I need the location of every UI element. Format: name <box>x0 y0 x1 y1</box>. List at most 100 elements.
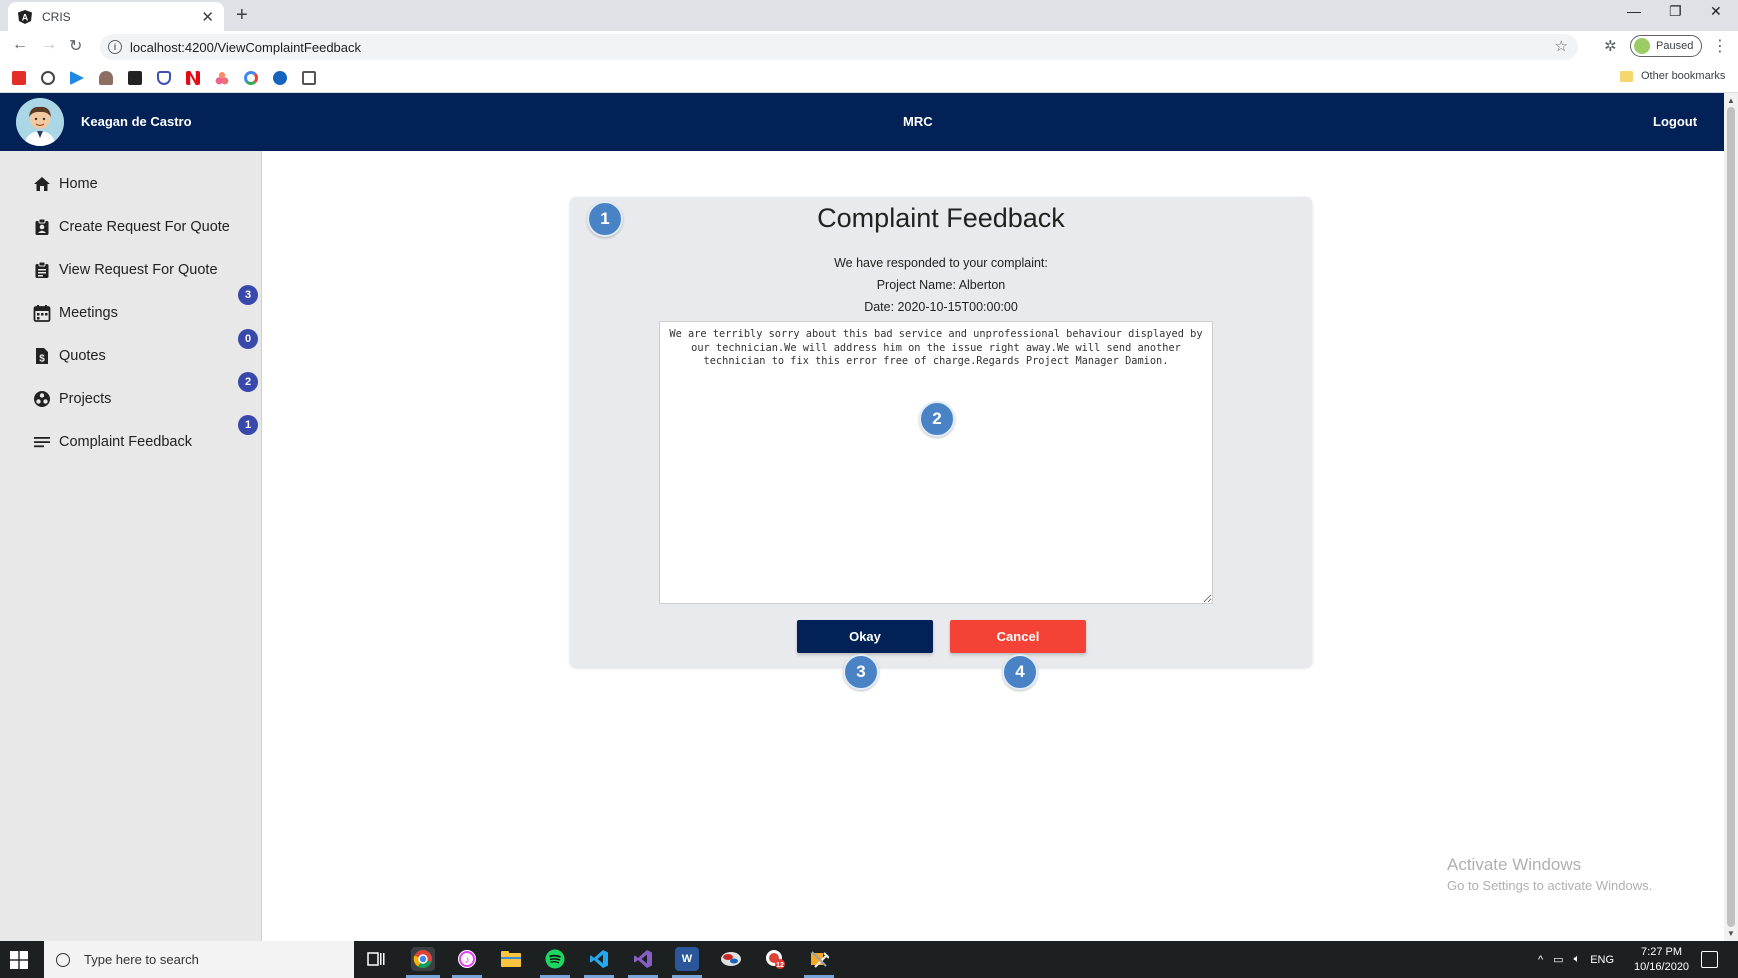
angular-favicon-icon: A <box>18 9 32 24</box>
spotify-taskbar-icon[interactable] <box>543 947 567 971</box>
bookmark-star-icon[interactable]: ☆ <box>1555 37 1568 55</box>
browser-menu-icon[interactable]: ⋮ <box>1712 36 1728 56</box>
svg-text:12: 12 <box>776 962 784 969</box>
profile-button[interactable]: Paused <box>1630 35 1702 57</box>
vscode-taskbar-icon[interactable] <box>587 947 611 971</box>
scroll-down-icon[interactable]: ▼ <box>1727 929 1735 938</box>
task-view-icon[interactable] <box>364 947 388 971</box>
dollar-file-icon: $ <box>33 347 51 365</box>
list-lines-icon <box>33 433 51 451</box>
visual-studio-taskbar-icon[interactable] <box>631 947 655 971</box>
chrome-notifications-taskbar-icon[interactable]: 12 <box>763 947 787 971</box>
windows-taskbar: Type here to search ♪ W 12 ^ ▭ 🔈︎ ENG 7:… <box>0 941 1738 978</box>
forward-icon[interactable]: → <box>41 36 57 54</box>
tab-title: CRIS <box>42 9 71 24</box>
volume-icon[interactable]: 🔈︎ <box>1574 953 1581 966</box>
input-language[interactable]: ENG <box>1590 954 1614 966</box>
browser-tab-strip: A CRIS ✕ + — ❐ ✕ <box>0 0 1738 31</box>
search-icon <box>56 952 70 967</box>
minimize-icon[interactable]: — <box>1627 3 1641 19</box>
speedometer-bookmark-icon[interactable] <box>41 71 55 85</box>
sidebar-item-create-rfq[interactable]: Create Request For Quote <box>33 218 230 236</box>
system-tray: ^ ▭ 🔈︎ ENG <box>1538 941 1614 978</box>
reload-icon[interactable]: ↻ <box>69 36 82 56</box>
person-bookmark-icon[interactable] <box>99 71 113 85</box>
svg-text:A: A <box>22 12 29 22</box>
view-rfq-count-badge: 3 <box>238 285 258 305</box>
header-username: Keagan de Castro <box>81 114 192 129</box>
sidebar-item-label: Complaint Feedback <box>59 434 192 450</box>
mysql-workbench-taskbar-icon[interactable] <box>719 947 743 971</box>
address-bar[interactable]: i localhost:4200/ViewComplaintFeedback ☆ <box>100 34 1578 60</box>
feedback-textarea[interactable]: We are terribly sorry about this bad ser… <box>659 321 1213 604</box>
chevron-up-icon[interactable]: ^ <box>1538 954 1543 966</box>
other-bookmarks-folder[interactable]: Other bookmarks <box>1620 70 1725 82</box>
profile-avatar-icon <box>1634 38 1650 54</box>
sidebar-item-label: View Request For Quote <box>59 262 218 278</box>
asana-bookmark-icon[interactable] <box>215 71 229 85</box>
action-center-icon[interactable] <box>1701 951 1718 968</box>
grid-bookmark-icon[interactable] <box>302 71 316 85</box>
projects-count-badge: 1 <box>238 415 258 435</box>
scroll-up-icon[interactable]: ▲ <box>1727 96 1735 105</box>
clock-time: 7:27 PM <box>1641 946 1683 958</box>
sidebar-item-projects[interactable]: Projects <box>33 390 111 408</box>
clipboard-user-icon <box>33 218 51 236</box>
itunes-taskbar-icon[interactable]: ♪ <box>455 947 479 971</box>
browser-toolbar: ← → ↻ i localhost:4200/ViewComplaintFeed… <box>0 31 1738 63</box>
close-window-icon[interactable]: ✕ <box>1710 3 1722 20</box>
annotation-marker-4: 4 <box>1002 654 1038 690</box>
page-title: Complaint Feedback <box>817 203 1065 233</box>
feedback-date: Date: 2020-10-15T00:00:00 <box>864 300 1018 314</box>
scrollbar-thumb[interactable] <box>1727 107 1735 927</box>
url-text: localhost:4200/ViewComplaintFeedback <box>130 39 362 55</box>
page-scrollbar[interactable]: ▲ ▼ <box>1724 93 1738 941</box>
sidebar-item-complaint-feedback[interactable]: Complaint Feedback <box>33 433 192 451</box>
close-tab-icon[interactable]: ✕ <box>201 8 214 26</box>
word-taskbar-icon[interactable]: W <box>675 947 699 971</box>
netflix-bookmark-icon[interactable] <box>186 71 200 85</box>
windows-start-icon[interactable] <box>10 951 28 969</box>
google-bookmark-icon[interactable] <box>244 71 258 85</box>
file-explorer-taskbar-icon[interactable] <box>499 947 523 971</box>
quotes-count-badge: 2 <box>238 372 258 392</box>
imdb-bookmark-icon[interactable] <box>128 71 142 85</box>
network-icon[interactable]: ▭ <box>1553 953 1563 966</box>
sidebar-item-label: Meetings <box>59 305 118 321</box>
cancel-button[interactable]: Cancel <box>950 620 1086 653</box>
annotation-marker-1: 1 <box>587 201 623 237</box>
sidebar-item-view-rfq[interactable]: View Request For Quote <box>33 261 218 279</box>
youtube-bookmark-icon[interactable] <box>12 71 26 85</box>
build-tools-taskbar-icon[interactable] <box>807 947 831 971</box>
restore-icon[interactable]: ❐ <box>1669 3 1682 20</box>
back-icon[interactable]: ← <box>12 36 28 54</box>
taskbar-search[interactable]: Type here to search <box>44 941 354 978</box>
globe-bookmark-icon[interactable] <box>273 71 287 85</box>
watermark-subtitle: Go to Settings to activate Windows. <box>1447 878 1653 893</box>
svg-text:$: $ <box>39 354 45 365</box>
sidebar-item-quotes[interactable]: $ Quotes <box>33 347 106 365</box>
sidebar-item-meetings[interactable]: Meetings <box>33 304 118 322</box>
shield-bookmark-icon[interactable] <box>157 71 171 85</box>
app-header: Keagan de Castro MRC Logout <box>0 93 1724 151</box>
projects-icon <box>33 390 51 408</box>
bookmarks-bar: Other bookmarks <box>0 63 1738 93</box>
project-name: Project Name: Alberton <box>876 278 1006 292</box>
home-icon <box>33 175 51 193</box>
profile-status: Paused <box>1656 40 1694 52</box>
activate-windows-watermark: Activate Windows Go to Settings to activ… <box>1447 855 1652 893</box>
okay-button[interactable]: Okay <box>797 620 933 653</box>
new-tab-icon[interactable]: + <box>236 4 248 27</box>
site-info-icon[interactable]: i <box>108 40 122 54</box>
browser-tab[interactable]: A CRIS ✕ <box>8 2 224 31</box>
extensions-puzzle-icon[interactable]: ✲ <box>1604 37 1617 55</box>
taskbar-clock[interactable]: 7:27 PM 10/16/2020 <box>1634 945 1689 975</box>
annotation-marker-3: 3 <box>843 654 879 690</box>
sidebar: Home Create Request For Quote View Reque… <box>0 151 262 941</box>
chrome-taskbar-icon[interactable] <box>411 947 435 971</box>
user-avatar <box>16 98 64 146</box>
sidebar-item-label: Home <box>59 176 98 192</box>
logout-link[interactable]: Logout <box>1653 114 1697 129</box>
play-bookmark-icon[interactable] <box>70 71 84 85</box>
sidebar-item-home[interactable]: Home <box>33 175 98 193</box>
